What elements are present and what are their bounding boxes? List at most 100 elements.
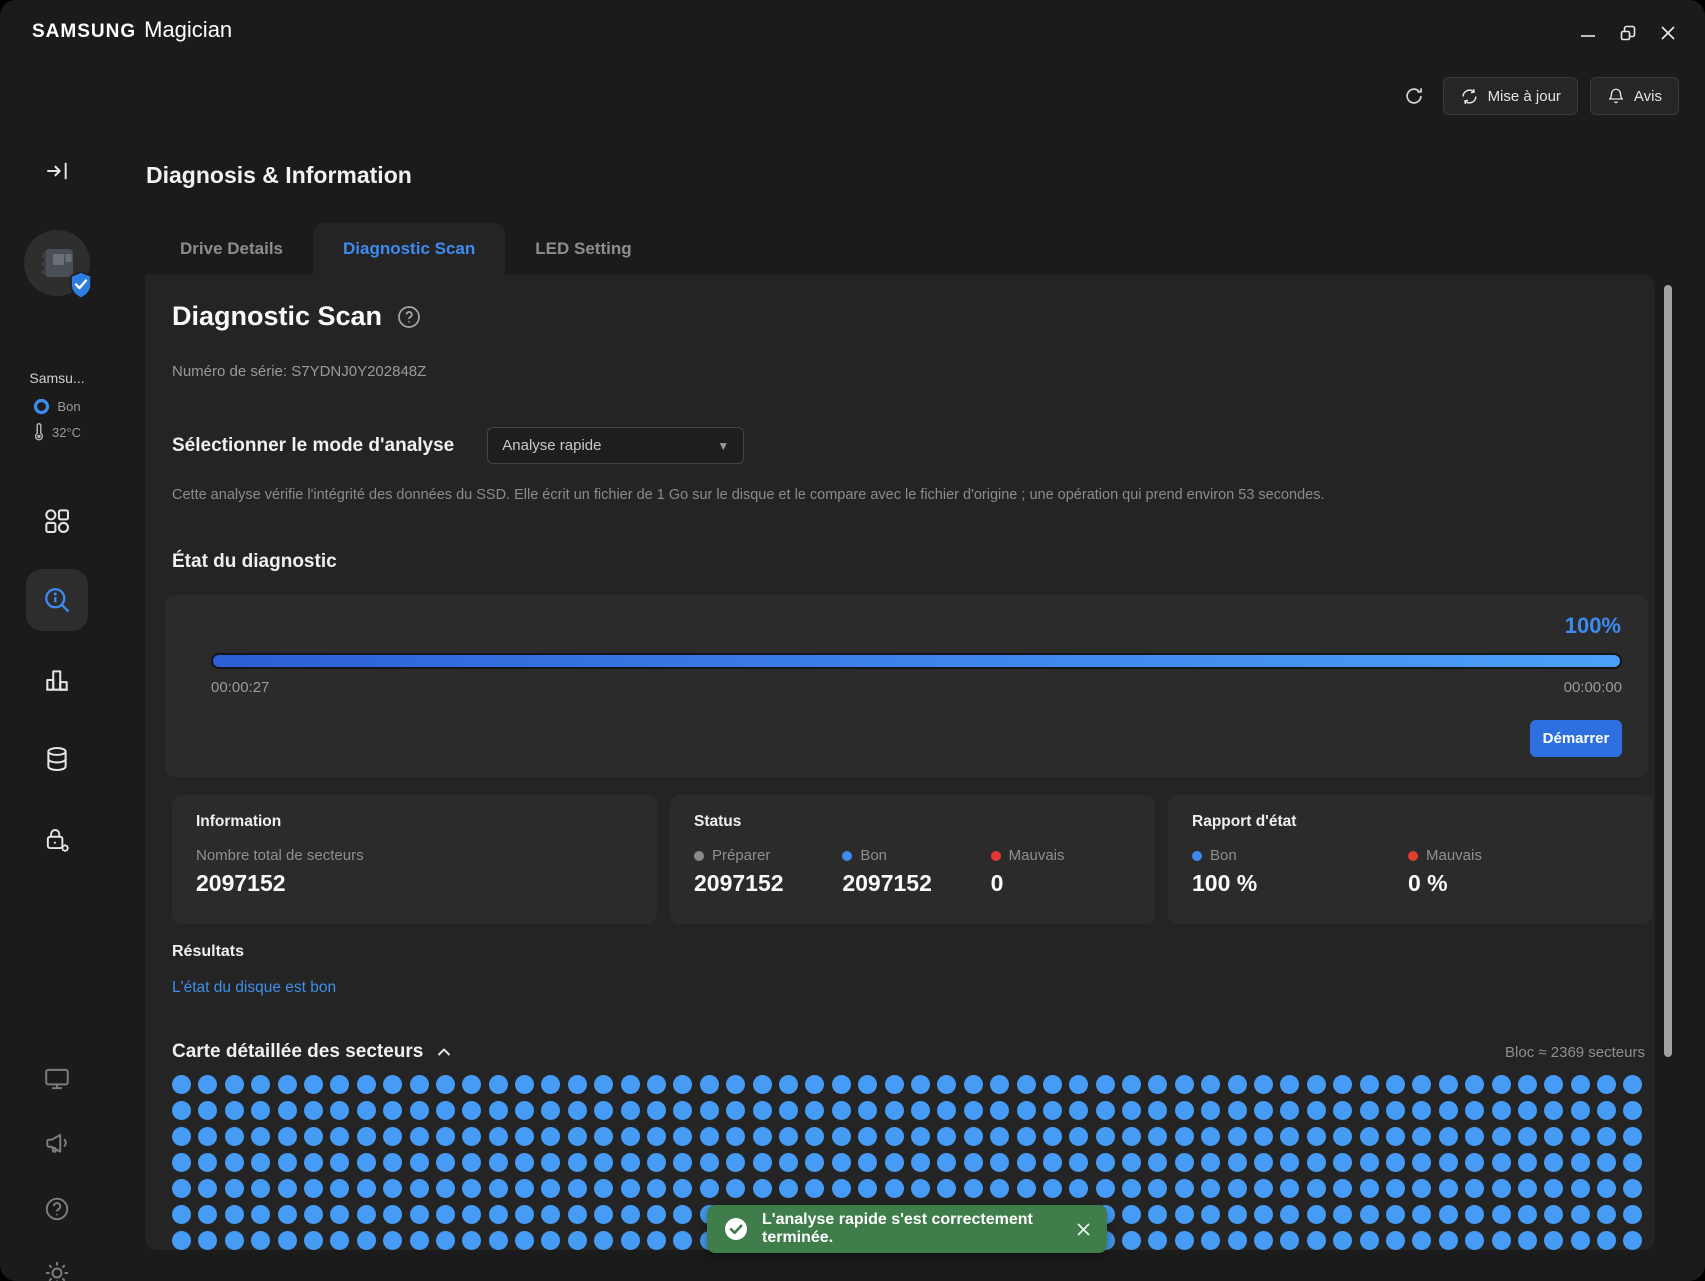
tab-diagnostic-scan[interactable]: Diagnostic Scan [313, 223, 505, 275]
sector-dot [1175, 1153, 1194, 1172]
sector-dot [1228, 1179, 1247, 1198]
sector-dot [541, 1179, 560, 1198]
sector-dot [1175, 1075, 1194, 1094]
sector-dot [1465, 1231, 1484, 1250]
sector-dot [225, 1179, 244, 1198]
sidebar-item-help[interactable] [26, 1178, 88, 1240]
sector-dot [1386, 1205, 1405, 1224]
sector-dot [1254, 1205, 1273, 1224]
sector-dot [885, 1127, 904, 1146]
result-message[interactable]: L'état du disque est bon [172, 979, 336, 997]
sector-dot [700, 1101, 719, 1120]
sector-dot [357, 1127, 376, 1146]
tab-drive-details[interactable]: Drive Details [150, 223, 313, 275]
health-ring-icon [33, 398, 50, 415]
sector-dot [278, 1179, 297, 1198]
sector-dot [357, 1101, 376, 1120]
progress-card: 100% 00:00:27 00:00:00 Démarrer [165, 595, 1648, 777]
sector-dot [700, 1127, 719, 1146]
sector-dot [383, 1127, 402, 1146]
sector-dot [858, 1127, 877, 1146]
sector-dot [753, 1127, 772, 1146]
sidebar-item-dashboard[interactable] [26, 490, 88, 552]
sidebar-item-diagnosis[interactable] [26, 569, 88, 631]
sector-dot [1439, 1101, 1458, 1120]
collapse-sidebar-button[interactable] [0, 158, 114, 184]
toast-message: L'analyse rapide s'est correctement term… [762, 1211, 1063, 1247]
bar-chart-icon [43, 666, 71, 694]
sector-dot [1122, 1179, 1141, 1198]
sector-dot [1465, 1205, 1484, 1224]
drive-temperature: 32°C [33, 423, 81, 441]
sector-dot [911, 1153, 930, 1172]
sector-dot [647, 1101, 666, 1120]
sector-dot [1571, 1127, 1590, 1146]
sector-dot [990, 1127, 1009, 1146]
update-button-label: Mise à jour [1488, 88, 1561, 105]
sector-dot [225, 1075, 244, 1094]
sector-dot [1307, 1231, 1326, 1250]
sector-dot [251, 1231, 270, 1250]
sector-dot [436, 1127, 455, 1146]
minimize-button[interactable] [1573, 20, 1603, 46]
sector-dot [1043, 1179, 1062, 1198]
sector-dot [1492, 1153, 1511, 1172]
sector-dot [673, 1127, 692, 1146]
bad-value: 0 [991, 870, 1139, 897]
sector-dot [726, 1101, 745, 1120]
sector-dot [304, 1127, 323, 1146]
progress-bar-fill [213, 655, 1620, 667]
sidebar-item-performance[interactable] [26, 649, 88, 711]
results-title: Résultats [172, 943, 244, 961]
sidebar-item-announcements[interactable] [26, 1112, 88, 1174]
sector-dot [1439, 1179, 1458, 1198]
sector-dot [805, 1075, 824, 1094]
update-button[interactable]: Mise à jour [1443, 77, 1578, 115]
sector-dot [357, 1153, 376, 1172]
sector-dot [964, 1101, 983, 1120]
notice-button[interactable]: Avis [1590, 77, 1679, 115]
scan-mode-select[interactable]: Analyse rapide ▼ [487, 427, 744, 464]
sector-dot [410, 1075, 429, 1094]
sector-dot [330, 1231, 349, 1250]
close-button[interactable] [1653, 20, 1683, 46]
restore-button[interactable] [1613, 20, 1643, 46]
sector-dot [990, 1075, 1009, 1094]
sector-dot [462, 1205, 481, 1224]
sector-dot [1333, 1153, 1352, 1172]
sidebar-item-settings[interactable] [26, 1242, 88, 1281]
toast-close-icon[interactable] [1076, 1222, 1091, 1237]
chevron-up-icon[interactable] [435, 1043, 453, 1061]
prepare-value: 2097152 [694, 870, 842, 897]
help-circle-icon[interactable] [396, 304, 422, 330]
sector-dot [673, 1205, 692, 1224]
start-button[interactable]: Démarrer [1530, 720, 1622, 757]
sector-dot [515, 1179, 534, 1198]
scrollbar-thumb[interactable] [1664, 285, 1672, 1057]
sector-dot [1096, 1075, 1115, 1094]
sector-dot [594, 1075, 613, 1094]
drive-name: Samsu... [29, 370, 84, 386]
sector-dot [172, 1179, 191, 1198]
refresh-icon[interactable] [1397, 79, 1431, 113]
window-controls [1573, 20, 1683, 46]
scrollbar[interactable] [1664, 285, 1672, 1250]
tab-led-setting[interactable]: LED Setting [505, 223, 661, 275]
sector-dot [1360, 1101, 1379, 1120]
sector-dot [1254, 1101, 1273, 1120]
sector-dot [304, 1101, 323, 1120]
sidebar-item-security[interactable] [26, 809, 88, 871]
sidebar-item-system[interactable] [26, 1048, 88, 1110]
sector-dot [911, 1075, 930, 1094]
sector-dot [251, 1075, 270, 1094]
sector-dot [1623, 1075, 1642, 1094]
sector-dot [436, 1153, 455, 1172]
sidebar-item-data-management[interactable] [26, 728, 88, 790]
status-card: Status Préparer 2097152 B [670, 795, 1155, 924]
progress-percent: 100% [1565, 613, 1621, 639]
sector-dot [541, 1127, 560, 1146]
scan-mode-label: Sélectionner le mode d'analyse [172, 435, 454, 457]
magnifier-info-icon [42, 585, 72, 615]
sector-dot [1148, 1179, 1167, 1198]
drive-avatar[interactable] [0, 230, 114, 296]
